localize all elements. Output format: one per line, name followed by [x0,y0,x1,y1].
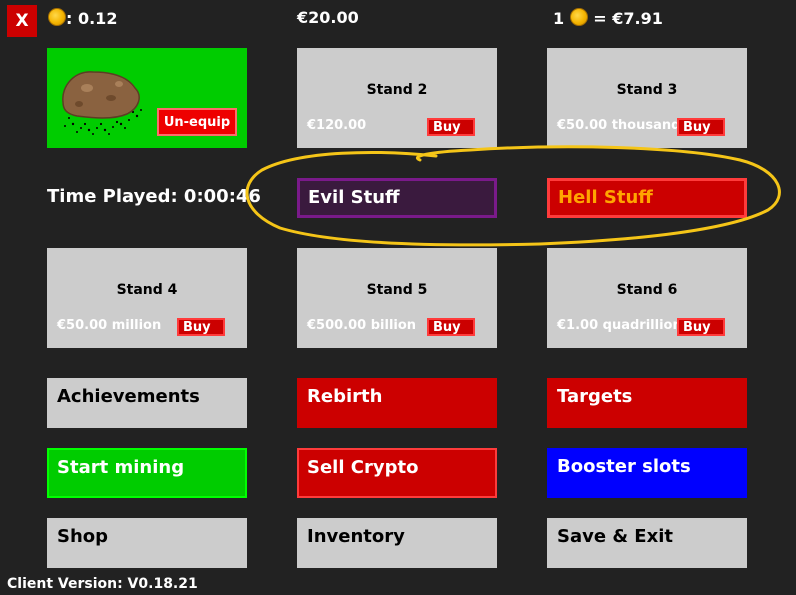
stand-price: €50.00 thousand [557,118,681,133]
stand-price: €50.00 million [57,318,162,333]
exchange-rate: 1 = €7.91 [553,8,663,28]
time-played: Time Played: 0:00:46 [47,186,261,207]
coin-icon [48,8,66,26]
shop-button[interactable]: Shop [47,518,247,568]
stand-6-card: Stand 6 €1.00 quadrillion Buy [547,248,747,348]
stand-2-card: Stand 2 €120.00 Buy [297,48,497,148]
stand-title: Stand 4 [116,282,178,298]
evil-stuff-button[interactable]: Evil Stuff [297,178,497,218]
client-version: Client Version: V0.18.21 [7,576,198,592]
achievements-button[interactable]: Achievements [47,378,247,428]
buy-button[interactable]: Buy [427,318,475,336]
stand-title: Stand 5 [366,282,428,298]
equipped-stand-slot: Un-equip [47,48,247,148]
stand-4-card: Stand 4 €50.00 million Buy [47,248,247,348]
inventory-button[interactable]: Inventory [297,518,497,568]
stand-price: €120.00 [307,118,367,133]
targets-button[interactable]: Targets [547,378,747,428]
buy-button[interactable]: Buy [677,118,725,136]
stand-title: Stand 6 [616,282,678,298]
crypto-balance-value: : 0.12 [66,9,118,28]
stand-5-card: Stand 5 €500.00 billion Buy [297,248,497,348]
stand-title: Stand 2 [366,82,428,98]
rebirth-button[interactable]: Rebirth [297,378,497,428]
rate-prefix: 1 [553,9,565,28]
buy-button[interactable]: Buy [677,318,725,336]
buy-button[interactable]: Buy [427,118,475,136]
stand-title: Stand 3 [616,82,678,98]
save-exit-button[interactable]: Save & Exit [547,518,747,568]
stand-3-card: Stand 3 €50.00 thousand Buy [547,48,747,148]
hell-stuff-button[interactable]: Hell Stuff [547,178,747,218]
start-mining-button[interactable]: Start mining [47,448,247,498]
coin-icon [569,8,588,26]
money-balance: €20.00 [297,8,359,27]
rate-value: = €7.91 [593,9,663,28]
close-button[interactable]: X [7,5,37,37]
crypto-balance: : 0.12 [48,8,117,28]
stand-price: €500.00 billion [307,318,417,333]
stand-price: €1.00 quadrillion [557,318,682,333]
booster-slots-button[interactable]: Booster slots [547,448,747,498]
rock-icon [62,71,142,135]
unequip-button[interactable]: Un-equip [157,108,237,136]
buy-button[interactable]: Buy [177,318,225,336]
sell-crypto-button[interactable]: Sell Crypto [297,448,497,498]
